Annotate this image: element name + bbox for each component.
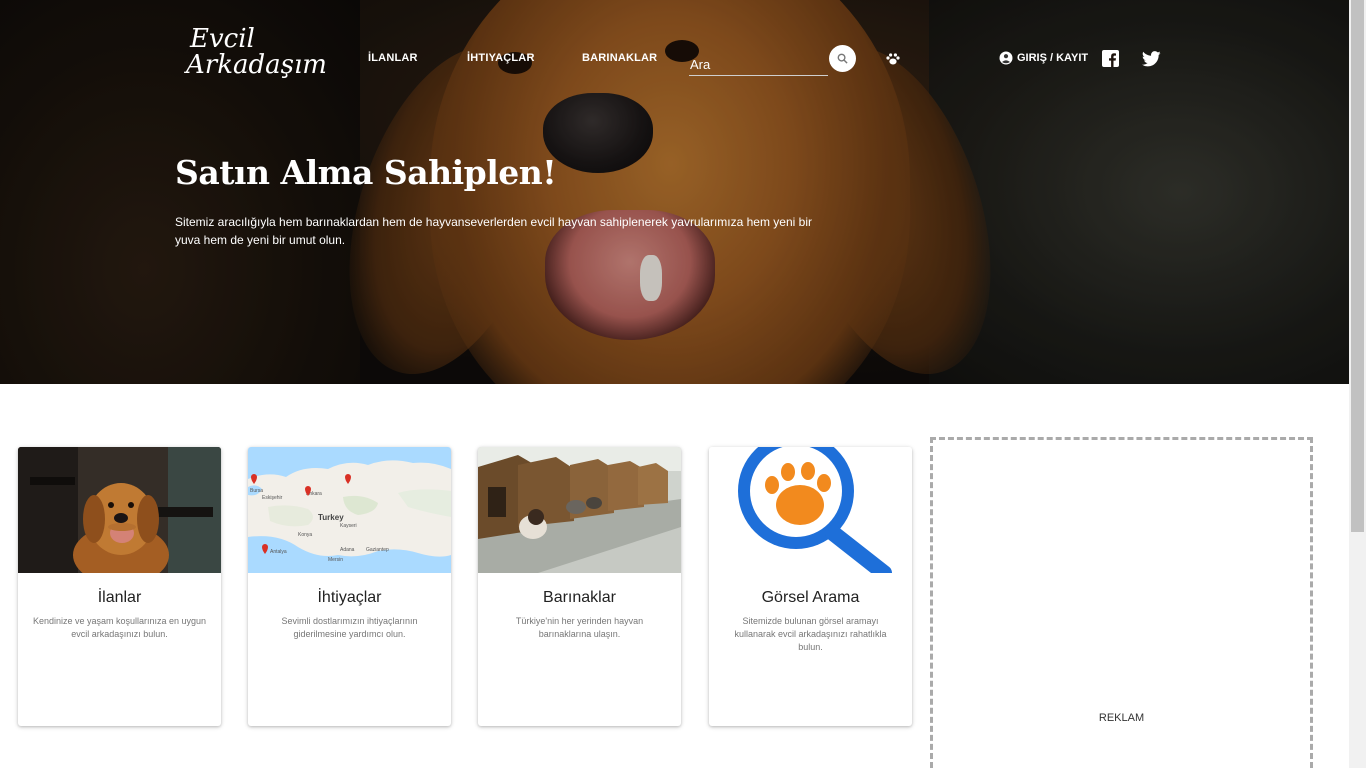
- paw-icon[interactable]: [885, 51, 901, 67]
- svg-text:Mersin: Mersin: [328, 557, 343, 563]
- map-label-turkey: Turkey: [318, 513, 344, 522]
- card-description: Türkiye'nin her yerinden hayvan barınakl…: [515, 616, 644, 639]
- login-label: GIRIŞ / KAYIT: [1017, 52, 1089, 64]
- nav-link-barinaklar[interactable]: BARINAKLAR: [582, 52, 657, 64]
- ad-label: REKLAM: [1098, 712, 1145, 724]
- search-input[interactable]: [689, 48, 828, 76]
- svg-text:Antalya: Antalya: [270, 549, 287, 555]
- nav-link-ihtiyaclar[interactable]: İHTIYAÇLAR: [467, 52, 535, 64]
- card-ihtiyaclar[interactable]: Turkey Bursa Eskişehir Ankara Kayseri Ko…: [248, 447, 451, 726]
- svg-text:Eskişehir: Eskişehir: [262, 495, 283, 501]
- login-register-link[interactable]: GIRIŞ / KAYIT: [999, 51, 1088, 65]
- hero-description: Sitemiz aracılığıyla hem barınaklardan h…: [175, 215, 812, 247]
- svg-text:Konya: Konya: [298, 532, 312, 538]
- card-title: İlanlar: [97, 589, 142, 606]
- facebook-icon[interactable]: [1102, 50, 1119, 67]
- logo-line-2: Arkadaşım: [186, 50, 327, 80]
- search-button[interactable]: [829, 45, 856, 72]
- svg-text:Kayseri: Kayseri: [340, 523, 357, 529]
- nav-link-ilanlar[interactable]: İLANLAR: [368, 52, 418, 64]
- hero-title: Satın Alma Sahiplen!: [175, 153, 557, 192]
- svg-text:Gaziantep: Gaziantep: [366, 547, 389, 553]
- svg-text:Bursa: Bursa: [250, 488, 263, 494]
- shelter-dogs-photo: [478, 447, 681, 573]
- turkey-map-image: Turkey Bursa Eskişehir Ankara Kayseri Ko…: [248, 447, 451, 573]
- card-title: Barınaklar: [543, 589, 616, 606]
- svg-text:Adana: Adana: [340, 547, 355, 553]
- twitter-icon[interactable]: [1142, 51, 1161, 67]
- card-ilanlar[interactable]: İlanlar Kendinize ve yaşam koşullarınıza…: [18, 447, 221, 726]
- card-description: Sevimli dostlarımızın ihtiyaçlarının gid…: [281, 616, 418, 639]
- search-icon: [837, 53, 848, 64]
- golden-retriever-photo: [18, 447, 221, 573]
- advertisement-box[interactable]: REKLAM: [930, 437, 1313, 768]
- account-circle-icon: [999, 51, 1013, 65]
- card-title: İhtiyaçlar: [317, 589, 382, 606]
- card-gorsel-arama[interactable]: Görsel Arama Sitemizde bulunan görsel ar…: [709, 447, 912, 726]
- hero-banner: Evcil Arkadaşım İLANLAR İHTIYAÇLAR BARIN…: [0, 0, 1349, 384]
- site-logo[interactable]: Evcil Arkadaşım: [186, 24, 327, 86]
- card-description: Sitemizde bulunan görsel aramayı kullana…: [734, 616, 887, 652]
- card-barinaklar[interactable]: Barınaklar Türkiye'nin her yerinden hayv…: [478, 447, 681, 726]
- scrollbar-thumb[interactable]: [1351, 0, 1364, 532]
- card-description: Kendinize ve yaşam koşullarınıza en uygu…: [32, 616, 207, 639]
- card-title: Görsel Arama: [761, 589, 860, 606]
- page: Evcil Arkadaşım İLANLAR İHTIYAÇLAR BARIN…: [0, 0, 1366, 768]
- paw-magnifier-icon: [709, 447, 912, 573]
- logo-line-1: Evcil: [190, 24, 255, 54]
